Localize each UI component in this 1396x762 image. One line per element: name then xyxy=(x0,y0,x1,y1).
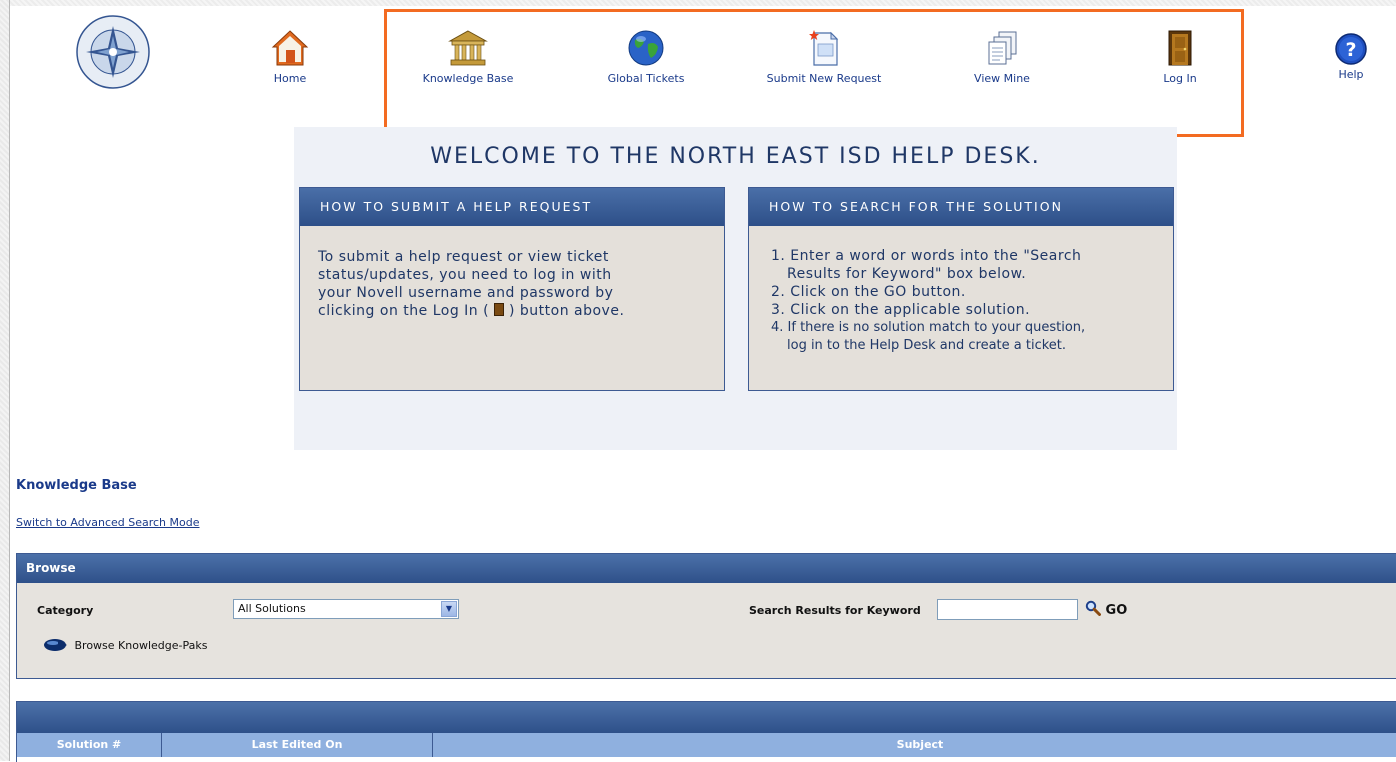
toolbar-help-label: Help xyxy=(1338,68,1364,81)
go-label: GO xyxy=(1105,603,1128,618)
browse-knowledge-paks-link[interactable]: Browse Knowledge-Paks xyxy=(43,638,207,652)
door-icon xyxy=(494,303,505,316)
category-label: Category xyxy=(37,604,94,617)
knowledge-base-title: Knowledge Base xyxy=(16,478,137,493)
welcome-title: WELCOME TO THE NORTH EAST ISD HELP DESK. xyxy=(430,144,1041,169)
submit-card-line: To submit a help request or view ticket xyxy=(318,249,609,265)
toolbar-help[interactable]: ? Help xyxy=(1296,32,1396,81)
chevron-down-icon[interactable]: ▼ xyxy=(441,601,457,617)
search-card-heading: HOW TO SEARCH FOR THE SOLUTION xyxy=(749,188,1173,226)
browse-panel: Browse Category All Solutions ▼ Search R… xyxy=(16,553,1396,679)
column-header-last-edited[interactable]: Last Edited On xyxy=(162,733,433,757)
search-steps-list: 1. Enter a word or words into the "Searc… xyxy=(771,247,1155,355)
left-border xyxy=(0,0,10,761)
home-icon xyxy=(271,30,309,66)
search-step: 2. Click on the GO button. xyxy=(771,284,966,300)
submit-card-line: your Novell username and password by xyxy=(318,285,614,301)
welcome-panel: WELCOME TO THE NORTH EAST ISD HELP DESK.… xyxy=(294,127,1177,450)
search-step: log in to the Help Desk and create a tic… xyxy=(787,338,1067,353)
submit-card-line: status/updates, you need to log in with xyxy=(318,267,612,283)
toolbar-home-label: Home xyxy=(273,72,307,85)
search-step: 1. Enter a word or words into the "Searc… xyxy=(771,248,1082,264)
search-step: Results for Keyword" box below. xyxy=(787,266,1027,282)
district-logo xyxy=(72,12,154,92)
help-icon: ? xyxy=(1335,33,1367,65)
search-step: 3. Click on the applicable solution. xyxy=(771,302,1031,318)
column-header-solution-number[interactable]: Solution # xyxy=(17,733,162,757)
top-border xyxy=(10,0,1396,6)
keyword-search-input[interactable] xyxy=(937,599,1078,620)
submit-card-line: clicking on the Log In ( ) button above. xyxy=(318,302,706,320)
keyword-label: Search Results for Keyword xyxy=(749,604,921,617)
results-table-header-bar xyxy=(17,702,1396,733)
submit-card-line-part: ) button above. xyxy=(508,303,625,319)
search-instructions-card: HOW TO SEARCH FOR THE SOLUTION 1. Enter … xyxy=(748,187,1174,391)
search-card-body: 1. Enter a word or words into the "Searc… xyxy=(749,226,1173,355)
column-header-subject[interactable]: Subject xyxy=(433,733,1396,757)
go-button[interactable]: GO xyxy=(1085,600,1127,618)
browse-heading: Browse xyxy=(17,554,1396,583)
search-step: 4. If there is no solution match to your… xyxy=(771,320,1086,335)
submit-card-line-part: clicking on the Log In ( xyxy=(318,303,490,319)
svg-text:?: ? xyxy=(1345,39,1356,61)
browse-knowledge-paks-label: Browse Knowledge-Paks xyxy=(74,639,208,652)
category-select[interactable]: All Solutions ▼ xyxy=(233,599,459,619)
category-select-value: All Solutions xyxy=(238,602,306,615)
submit-instructions-card: HOW TO SUBMIT A HELP REQUEST To submit a… xyxy=(299,187,725,391)
search-icon xyxy=(1085,600,1101,616)
toolbar-highlight-box xyxy=(384,9,1244,137)
arrow-right-icon xyxy=(44,639,67,651)
submit-card-heading: HOW TO SUBMIT A HELP REQUEST xyxy=(300,188,724,226)
results-table: Solution # Last Edited On Subject xyxy=(16,701,1396,762)
submit-card-body: To submit a help request or view ticket … xyxy=(300,226,724,320)
toolbar-home[interactable]: Home xyxy=(230,28,350,85)
advanced-search-link[interactable]: Switch to Advanced Search Mode xyxy=(16,516,200,529)
